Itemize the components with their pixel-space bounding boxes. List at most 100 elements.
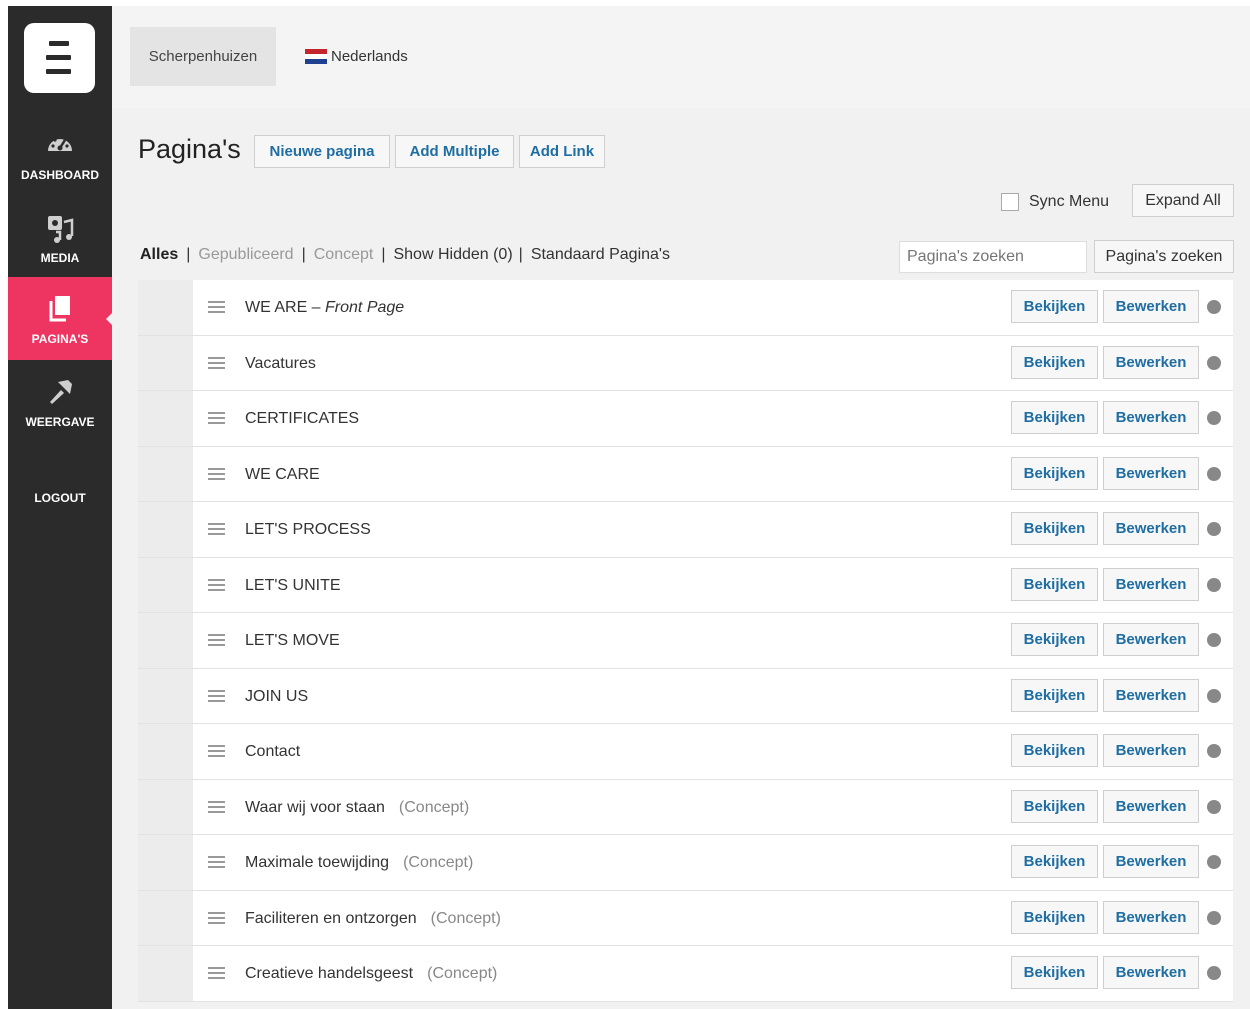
- search-input[interactable]: [899, 241, 1087, 273]
- page-title-cell[interactable]: Creatieve handelsgeest (Concept): [245, 946, 497, 1001]
- menu-logo-icon[interactable]: [24, 23, 95, 93]
- visibility-dot-icon[interactable]: [1207, 355, 1221, 370]
- search-button[interactable]: Pagina's zoeken: [1094, 240, 1234, 273]
- edit-button[interactable]: Bewerken: [1103, 956, 1199, 989]
- drag-handle-icon[interactable]: [208, 745, 225, 757]
- page-title-cell[interactable]: Faciliteren en ontzorgen (Concept): [245, 891, 501, 946]
- page-title-cell[interactable]: WE ARE – Front Page: [245, 280, 404, 335]
- view-button[interactable]: Bekijken: [1011, 623, 1098, 656]
- row-gutter: [138, 724, 193, 779]
- drag-handle-icon[interactable]: [208, 523, 225, 535]
- new-page-button[interactable]: Nieuwe pagina: [254, 135, 390, 168]
- view-button[interactable]: Bekijken: [1011, 734, 1098, 767]
- view-button[interactable]: Bekijken: [1011, 900, 1098, 934]
- visibility-dot-icon[interactable]: [1207, 300, 1221, 314]
- sidebar-item-dashboard[interactable]: DASHBOARD: [8, 113, 112, 196]
- sync-menu-checkbox[interactable]: [1001, 193, 1019, 211]
- language-switcher[interactable]: Nederlands: [305, 48, 408, 65]
- page-title-cell[interactable]: Waar wij voor staan (Concept): [245, 780, 469, 835]
- filter-default-pages[interactable]: Standaard Pagina's: [531, 246, 670, 264]
- page-row: JOIN US Bekijken Bewerken: [138, 668, 1233, 724]
- view-button[interactable]: Bekijken: [1011, 512, 1098, 545]
- edit-button[interactable]: Bewerken: [1103, 512, 1199, 545]
- page-title-cell[interactable]: Contact: [245, 724, 300, 779]
- edit-button[interactable]: Bewerken: [1103, 845, 1199, 878]
- visibility-dot-icon[interactable]: [1207, 633, 1221, 647]
- view-button[interactable]: Bekijken: [1011, 678, 1098, 712]
- row-gutter: [138, 835, 193, 890]
- drag-handle-icon[interactable]: [208, 967, 225, 979]
- visibility-dot-icon[interactable]: [1207, 411, 1221, 425]
- edit-button[interactable]: Bewerken: [1103, 900, 1199, 934]
- page-title-cell[interactable]: LET'S MOVE: [245, 613, 340, 668]
- filter-show-hidden[interactable]: Show Hidden (0): [393, 246, 512, 264]
- drag-handle-icon[interactable]: [208, 578, 225, 591]
- view-button[interactable]: Bekijken: [1011, 345, 1098, 379]
- view-button[interactable]: Bekijken: [1011, 567, 1098, 601]
- visibility-dot-icon[interactable]: [1207, 577, 1221, 592]
- edit-button[interactable]: Bewerken: [1103, 567, 1199, 601]
- page-title-text: LET'S UNITE: [245, 576, 341, 594]
- visibility-dot-icon[interactable]: [1207, 744, 1221, 758]
- row-body: WE ARE – Front Page Bekijken Bewerken: [193, 280, 1233, 335]
- sync-menu-toggle[interactable]: Sync Menu: [1001, 193, 1109, 211]
- visibility-dot-icon[interactable]: [1207, 466, 1221, 481]
- edit-button[interactable]: Bewerken: [1103, 678, 1199, 712]
- page-title-cell[interactable]: CERTIFICATES: [245, 391, 359, 446]
- page-title-cell[interactable]: Vacatures: [245, 336, 316, 391]
- edit-button[interactable]: Bewerken: [1103, 734, 1199, 767]
- page-row: WE ARE – Front Page Bekijken Bewerken: [138, 280, 1233, 336]
- drag-handle-icon[interactable]: [208, 301, 225, 313]
- drag-handle-icon[interactable]: [208, 467, 225, 480]
- page-title-cell[interactable]: JOIN US: [245, 669, 308, 724]
- view-button[interactable]: Bekijken: [1011, 401, 1098, 434]
- drag-handle-icon[interactable]: [208, 356, 225, 369]
- row-body: LET'S MOVE Bekijken Bewerken: [193, 613, 1233, 668]
- view-button[interactable]: Bekijken: [1011, 290, 1098, 323]
- filter-concept[interactable]: Concept: [314, 246, 374, 264]
- visibility-dot-icon[interactable]: [1207, 799, 1221, 814]
- row-body: JOIN US Bekijken Bewerken: [193, 668, 1233, 724]
- page-title-cell[interactable]: Maximale toewijding (Concept): [245, 835, 473, 890]
- page-row: Contact Bekijken Bewerken: [138, 724, 1233, 780]
- row-gutter: [138, 779, 193, 834]
- status-filters: Alles | Gepubliceerd | Concept | Show Hidden (…: [140, 246, 670, 264]
- drag-handle-icon[interactable]: [208, 689, 225, 702]
- edit-button[interactable]: Bewerken: [1103, 290, 1199, 323]
- sidebar-item-media[interactable]: MEDIA: [8, 196, 112, 279]
- visibility-dot-icon[interactable]: [1207, 522, 1221, 536]
- edit-button[interactable]: Bewerken: [1103, 401, 1199, 434]
- add-multiple-button[interactable]: Add Multiple: [395, 135, 514, 168]
- edit-button[interactable]: Bewerken: [1103, 456, 1199, 490]
- drag-handle-icon[interactable]: [208, 412, 225, 424]
- edit-button[interactable]: Bewerken: [1103, 623, 1199, 656]
- filter-published[interactable]: Gepubliceerd: [198, 246, 293, 264]
- drag-handle-icon[interactable]: [208, 911, 225, 924]
- visibility-dot-icon[interactable]: [1207, 966, 1221, 980]
- page-title-cell[interactable]: LET'S PROCESS: [245, 502, 371, 557]
- edit-button[interactable]: Bewerken: [1103, 345, 1199, 379]
- visibility-dot-icon[interactable]: [1207, 688, 1221, 703]
- sidebar-item-pages[interactable]: PAGINA'S: [8, 277, 112, 360]
- drag-handle-icon[interactable]: [208, 634, 225, 646]
- visibility-dot-icon[interactable]: [1207, 855, 1221, 869]
- page-title-cell[interactable]: WE CARE: [245, 447, 320, 502]
- topbar: Scherpenhuizen Nederlands: [112, 6, 1250, 108]
- drag-handle-icon[interactable]: [208, 800, 225, 813]
- sidebar-item-label: DASHBOARD: [21, 168, 99, 182]
- row-body: LET'S PROCESS Bekijken Bewerken: [193, 502, 1233, 557]
- logout-link[interactable]: LOGOUT: [8, 491, 112, 505]
- page-title-cell[interactable]: LET'S UNITE: [245, 558, 341, 613]
- view-button[interactable]: Bekijken: [1011, 789, 1098, 823]
- filter-all[interactable]: Alles: [140, 246, 178, 264]
- drag-handle-icon[interactable]: [208, 856, 225, 868]
- sidebar-item-appearance[interactable]: WEERGAVE: [8, 360, 112, 443]
- site-tab[interactable]: Scherpenhuizen: [130, 27, 276, 86]
- visibility-dot-icon[interactable]: [1207, 910, 1221, 925]
- view-button[interactable]: Bekijken: [1011, 845, 1098, 878]
- add-link-button[interactable]: Add Link: [519, 135, 605, 168]
- expand-all-button[interactable]: Expand All: [1132, 184, 1234, 217]
- view-button[interactable]: Bekijken: [1011, 956, 1098, 989]
- view-button[interactable]: Bekijken: [1011, 456, 1098, 490]
- edit-button[interactable]: Bewerken: [1103, 789, 1199, 823]
